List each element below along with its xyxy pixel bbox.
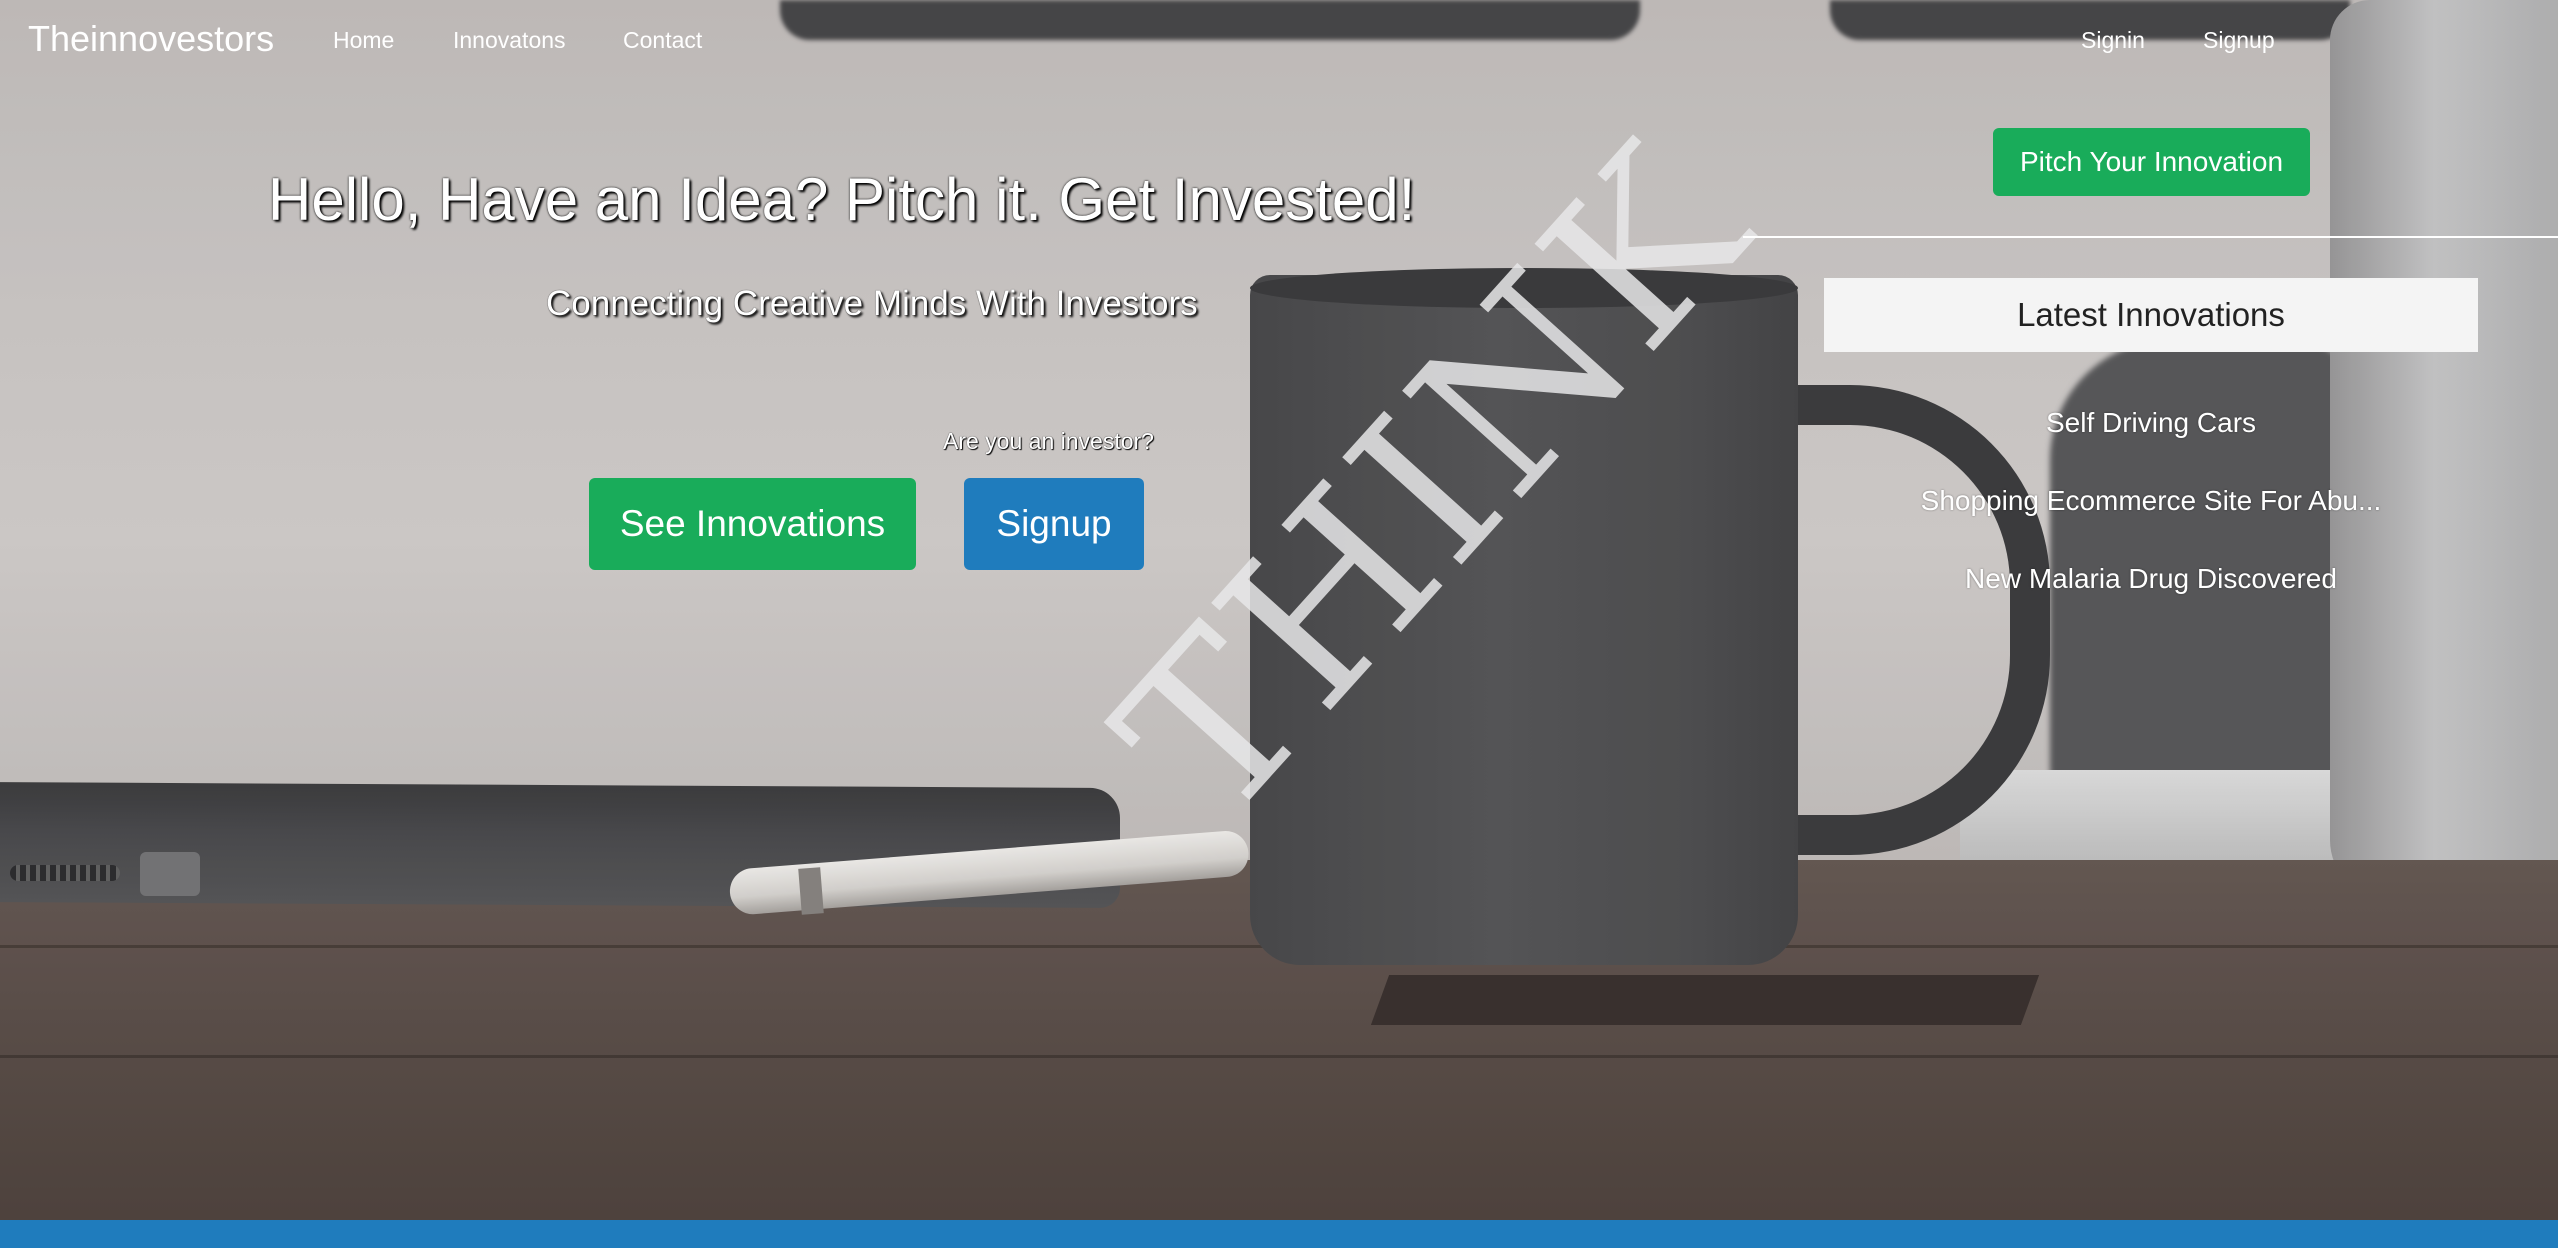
innovation-link[interactable]: Self Driving Cars <box>1824 407 2478 439</box>
brand-logo[interactable]: Theinnovestors <box>28 18 274 60</box>
investor-question: Are you an investor? <box>943 428 1154 454</box>
landing-page: THINK Theinnovestors Home Innovatons Con… <box>0 0 2558 1248</box>
nav-link-contact[interactable]: Contact <box>623 27 702 54</box>
hero-title: Hello, Have an Idea? Pitch it. Get Inves… <box>268 166 1416 233</box>
footer-bar <box>0 1220 2558 1248</box>
pitch-innovation-button[interactable]: Pitch Your Innovation <box>1993 128 2310 196</box>
nav-link-home[interactable]: Home <box>333 27 394 54</box>
sidebar-divider <box>1743 236 2558 238</box>
latest-innovations-heading: Latest Innovations <box>1824 278 2478 352</box>
innovation-link[interactable]: New Malaria Drug Discovered <box>1824 563 2478 595</box>
innovation-link[interactable]: Shopping Ecommerce Site For Abu... <box>1824 485 2478 517</box>
nav-link-signin[interactable]: Signin <box>2081 27 2145 54</box>
nav-link-innovations[interactable]: Innovatons <box>453 27 566 54</box>
see-innovations-button[interactable]: See Innovations <box>589 478 916 570</box>
hero-signup-button[interactable]: Signup <box>964 478 1144 570</box>
hero-subtitle: Connecting Creative Minds With Investors <box>546 284 1198 323</box>
nav-link-signup[interactable]: Signup <box>2203 27 2275 54</box>
